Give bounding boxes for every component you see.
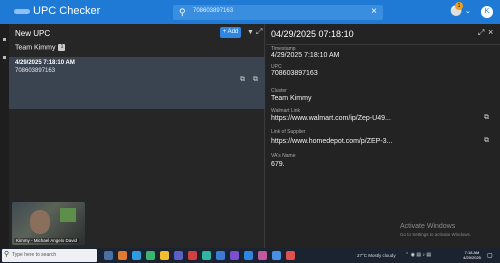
taskbar-app-icon[interactable] <box>244 251 253 260</box>
field-value-walmart-link[interactable]: https://www.walmart.com/ip/Zep-U49... <box>271 115 391 122</box>
group-count-badge: 1 <box>58 44 66 51</box>
notification-badge: 1 <box>455 2 463 10</box>
task-view-icon[interactable] <box>104 251 113 260</box>
field-value-va-name: 679. <box>271 161 285 168</box>
search-icon: ⚲ <box>179 7 186 17</box>
expand-icon[interactable]: ⤢ <box>256 27 262 37</box>
open-external-icon[interactable]: ⧉ <box>253 76 258 84</box>
field-label-walmart-link: Walmart Link <box>271 108 300 114</box>
taskbar-app-icon[interactable] <box>258 251 267 260</box>
group-label: Team Kimmy <box>15 44 56 52</box>
search-icon: ⚲ <box>4 251 10 258</box>
add-button[interactable]: + Add <box>220 27 241 38</box>
field-value-upc: 708603897163 <box>271 70 318 77</box>
top-bar: UPC Checker ⚲ 708603897163 × ⚪ 1 ⌄ K <box>0 0 500 24</box>
group-header[interactable]: Team Kimmy 1 <box>15 44 66 52</box>
upc-checker-app: UPC Checker ⚲ 708603897163 × ⚪ 1 ⌄ K New… <box>0 0 500 248</box>
field-label-cluster: Cluster <box>271 88 287 94</box>
list-item-upc: 708603897163 <box>15 68 56 74</box>
filter-icon[interactable]: ▼ <box>247 29 254 36</box>
left-rail <box>0 24 9 248</box>
notification-center-icon[interactable]: ▢ <box>487 252 493 259</box>
taskbar-app-icon[interactable] <box>188 251 197 260</box>
taskbar-search-placeholder: Type here to search <box>12 252 57 258</box>
os-taskbar: ⚲ Type here to search 27°C Mostly cloudy… <box>0 248 500 263</box>
list-title: New UPC <box>15 29 51 38</box>
video-participant-label: Kimmy - Michael Angelo David <box>14 238 80 243</box>
field-label-supplier-link: Link of Supplier <box>271 129 306 135</box>
app-logo-icon <box>14 9 30 14</box>
chevron-down-icon[interactable]: ⌄ <box>465 7 471 15</box>
video-call-thumbnail[interactable]: Kimmy - Michael Angelo David <box>12 202 85 245</box>
taskbar-search-input[interactable]: ⚲ Type here to search <box>2 249 97 262</box>
field-label-va-name: VA's Name <box>271 153 296 159</box>
taskbar-app-icon[interactable] <box>174 251 183 260</box>
field-value-cluster: Team Kimmy <box>271 95 312 102</box>
taskbar-app-icon[interactable] <box>132 251 141 260</box>
video-background <box>60 208 76 222</box>
search-value[interactable]: 708603897163 <box>193 8 233 14</box>
open-external-icon[interactable]: ⧉ <box>484 137 489 145</box>
taskbar-app-icon[interactable] <box>216 251 225 260</box>
clock-date: 4/29/2025 <box>463 255 481 260</box>
field-value-supplier-link[interactable]: https://www.homedepot.com/p/ZEP-3... <box>271 138 392 145</box>
app-title: UPC Checker <box>33 5 101 17</box>
expand-icon[interactable]: ⤢ <box>478 28 484 38</box>
clear-search-icon[interactable]: × <box>371 6 377 17</box>
rail-icon[interactable] <box>3 38 6 41</box>
taskbar-app-icon[interactable] <box>202 251 211 260</box>
open-external-icon[interactable]: ⧉ <box>240 76 245 84</box>
list-item[interactable]: 4/29/2025 7:18:10 AM 708603897163 ⧉ ⧉ <box>9 57 265 109</box>
video-person <box>30 210 50 234</box>
taskbar-app-icon[interactable] <box>272 251 281 260</box>
taskbar-app-icon[interactable] <box>230 251 239 260</box>
list-item-date: 4/29/2025 7:18:10 AM <box>15 60 75 66</box>
taskbar-app-icon[interactable] <box>146 251 155 260</box>
taskbar-app-icon[interactable] <box>160 251 169 260</box>
rail-icon[interactable] <box>3 56 6 59</box>
divider <box>266 44 500 45</box>
close-icon[interactable]: × <box>488 27 493 37</box>
system-tray-icons[interactable]: ⌃ ◉ ▤ ♪ ▤ <box>405 252 431 258</box>
detail-panel: 04/29/2025 07:18:10 ⤢ × Timestamp 4/29/2… <box>266 24 500 248</box>
detail-title: 04/29/2025 07:18:10 <box>271 29 354 39</box>
avatar[interactable]: K <box>481 6 493 18</box>
open-external-icon[interactable]: ⧉ <box>484 114 489 122</box>
field-value-timestamp: 4/29/2025 7:18:10 AM <box>271 52 340 59</box>
activate-windows-title: Activate Windows <box>400 223 456 230</box>
taskbar-app-icon[interactable] <box>286 251 295 260</box>
search-input[interactable]: ⚲ 708603897163 × <box>173 5 383 20</box>
activate-windows-subtitle: Go to Settings to activate Windows. <box>400 232 472 237</box>
weather-widget[interactable]: 27°C Mostly cloudy <box>357 253 396 258</box>
taskbar-app-icon[interactable] <box>118 251 127 260</box>
taskbar-clock[interactable]: 7:18 AM 4/29/2025 <box>461 250 483 260</box>
